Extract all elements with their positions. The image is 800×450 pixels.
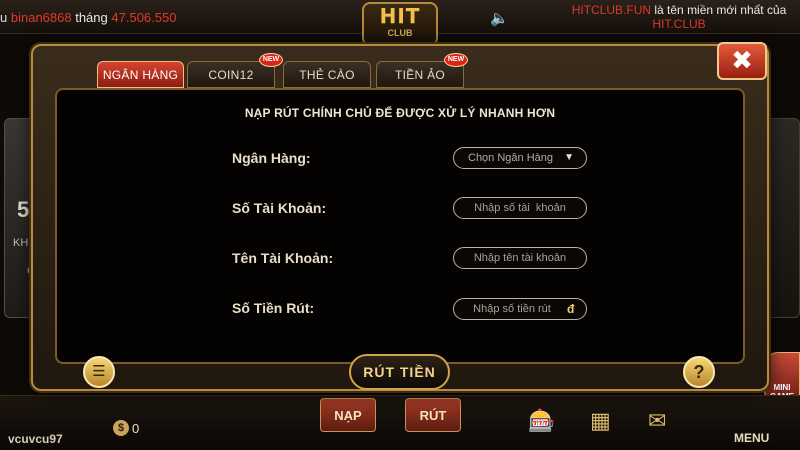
ticker-text: tháng [75, 10, 108, 25]
new-badge: NEW [259, 53, 283, 67]
close-button[interactable]: ✖ [717, 42, 767, 80]
speaker-icon[interactable]: 🔈 [490, 9, 509, 27]
domain-announcement: HITCLUB.FUN là tên miền mới nhất của HIT… [558, 3, 800, 31]
balance-value: 0 [132, 421, 140, 436]
username: vcuvcu97 [8, 432, 63, 446]
logo-subtext: CLUB [387, 28, 413, 38]
bank-label: Ngân Hàng: [232, 150, 311, 166]
logo-text: HIT [379, 4, 421, 28]
deposit-button[interactable]: NẠP [320, 398, 376, 432]
hitclub-logo: HIT CLUB [362, 2, 438, 46]
left-card-number: 5 [17, 197, 30, 222]
bank-select-value: Chọn Ngân Hàng [468, 152, 554, 164]
history-list-icon[interactable]: ☰ [83, 356, 115, 388]
account-name-input[interactable] [453, 247, 587, 269]
tab-bank[interactable]: NGÂN HÀNG [97, 61, 184, 88]
domain-text: là tên miền mới nhất của [654, 3, 787, 17]
help-icon[interactable]: ? [683, 356, 715, 388]
tab-scratch-card[interactable]: THẺ CÀO [283, 61, 371, 88]
ticker-username: binan6868 [10, 10, 72, 25]
grid-icon[interactable]: ▦ [590, 408, 611, 434]
slot-777-icon[interactable]: 🎰 [528, 408, 555, 434]
withdraw-button[interactable]: RÚT [405, 398, 461, 432]
coin-icon: $ [113, 420, 129, 436]
ticker-prefix: u [0, 10, 8, 25]
bank-select[interactable]: Chọn Ngân Hàng ▼ [453, 147, 587, 169]
domain-name-old: HIT.CLUB [652, 17, 706, 31]
ticker-amount: 47.506.550 [111, 10, 177, 25]
winner-ticker: u binan6868 tháng 47.506.550 [0, 10, 176, 25]
menu-button[interactable]: MENU [734, 431, 769, 445]
amount-label: Số Tiền Rút: [232, 300, 315, 316]
account-name-label: Tên Tài Khoản: [232, 250, 334, 266]
account-number-label: Số Tài Khoản: [232, 200, 327, 216]
notice-text: NẠP RÚT CHÍNH CHỦ ĐỂ ĐƯỢC XỬ LÝ NHANH HƠ… [244, 106, 556, 120]
chevron-down-icon: ▼ [564, 152, 574, 163]
account-number-input[interactable] [453, 197, 587, 219]
domain-name: HITCLUB.FUN [571, 3, 652, 17]
left-card-text: KH [13, 237, 29, 249]
withdraw-submit-button[interactable]: RÚT TIỀN [349, 354, 450, 390]
new-badge: NEW [444, 53, 468, 67]
form-panel [55, 88, 745, 364]
dong-currency-icon: đ [567, 302, 575, 316]
mail-icon[interactable]: ✉ [648, 408, 666, 434]
